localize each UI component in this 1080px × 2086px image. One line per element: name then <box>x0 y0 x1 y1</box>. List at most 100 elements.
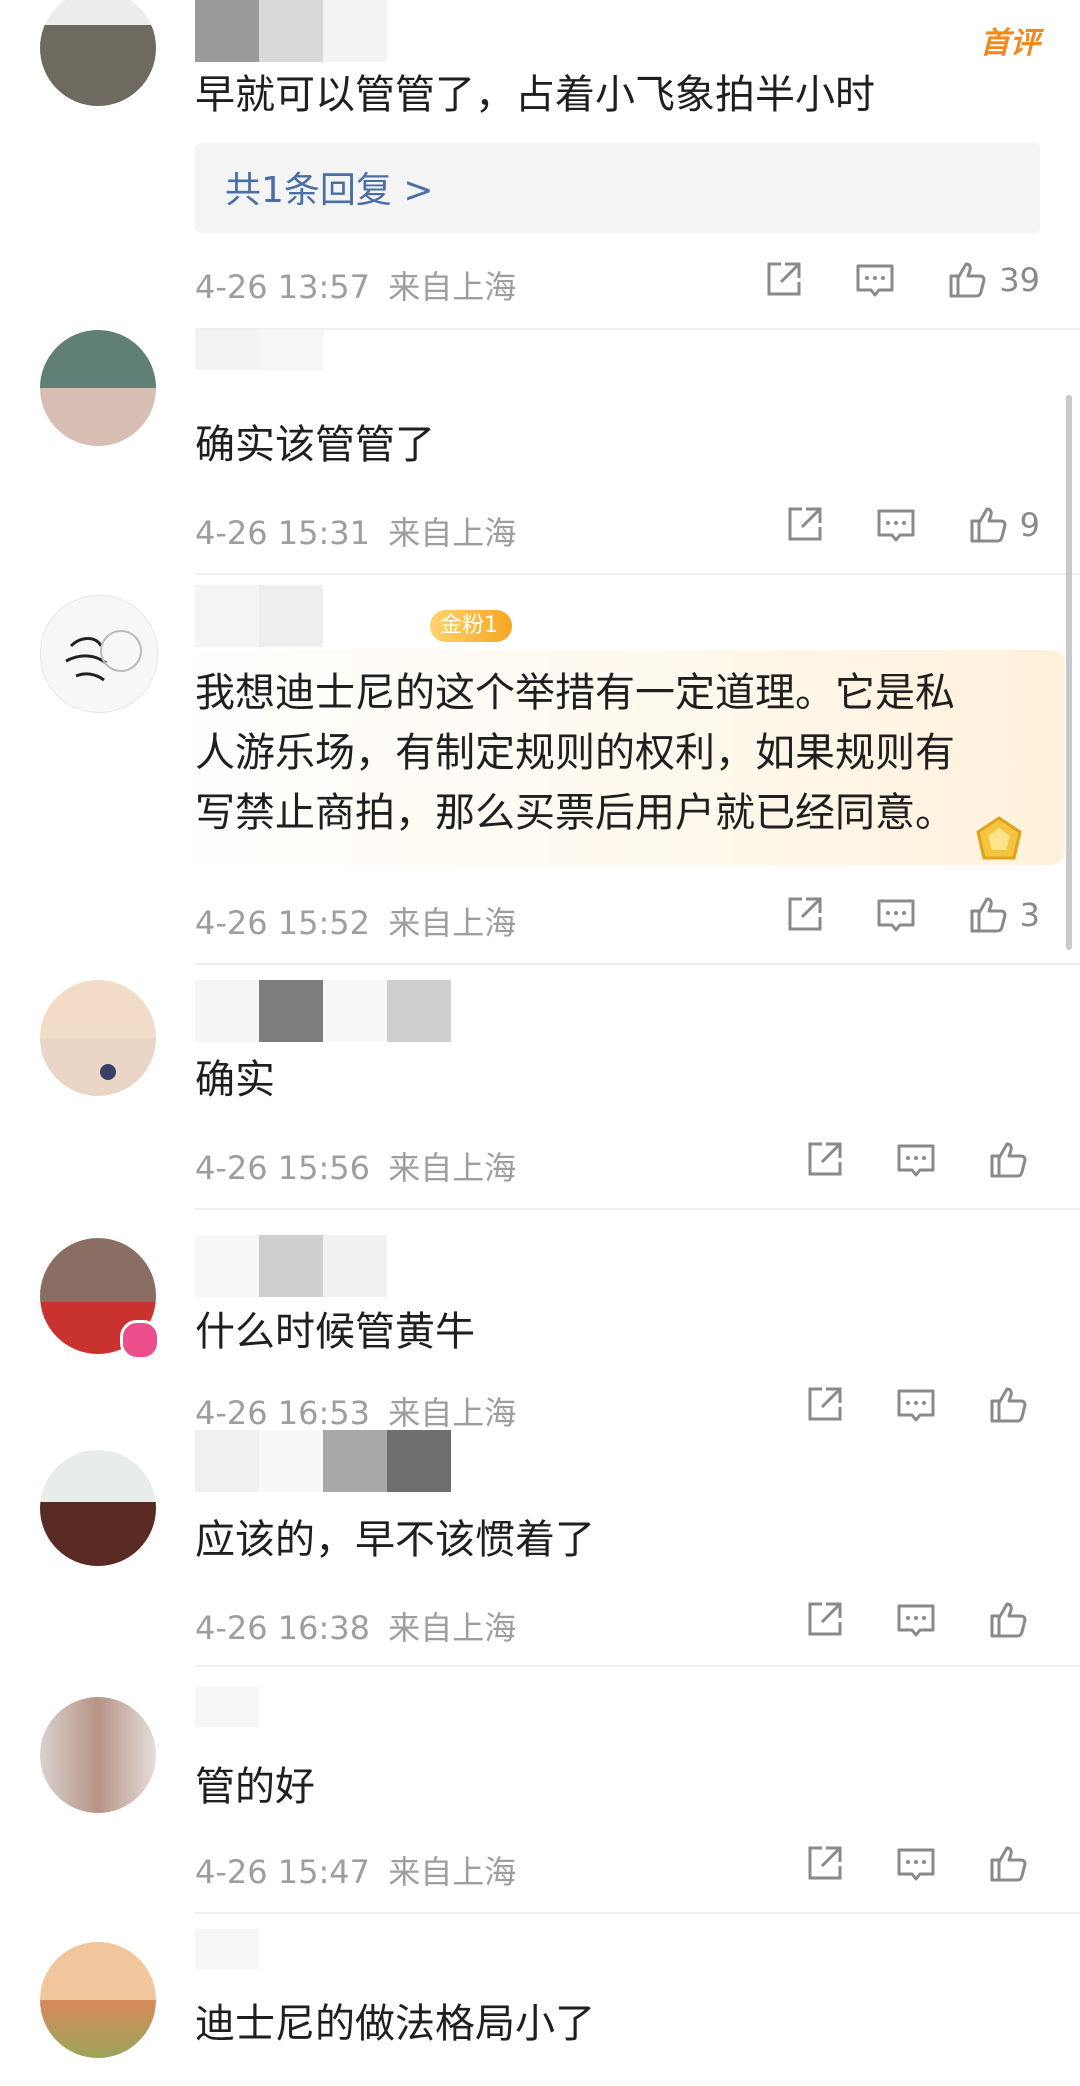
comment-meta: 4-26 15:52 来自上海 <box>195 898 516 944</box>
share-icon <box>788 897 822 931</box>
share-button[interactable] <box>802 1138 846 1182</box>
comment-actions: 9 <box>782 503 1040 547</box>
comment-time: 4-26 16:38 <box>195 1609 371 1647</box>
comment-time: 4-26 15:56 <box>195 1149 371 1187</box>
comment-text[interactable]: 应该的，早不该惯着了 <box>195 1510 595 1570</box>
username-blurred[interactable] <box>195 0 387 62</box>
thumbs-up-icon <box>990 1846 1027 1882</box>
comment-text[interactable]: 确实 <box>195 1050 275 1110</box>
like-count: 39 <box>999 261 1040 299</box>
comment-actions <box>802 1138 1040 1182</box>
comment-meta: 4-26 15:31 来自上海 <box>195 508 516 554</box>
comment-icon <box>897 1144 935 1177</box>
thumbs-up-icon <box>990 1602 1027 1638</box>
like-button[interactable] <box>986 1138 1040 1182</box>
comment-time: 4-26 15:52 <box>195 904 371 942</box>
comment-button[interactable] <box>874 893 918 937</box>
share-button[interactable] <box>782 503 826 547</box>
comment-location: 来自上海 <box>388 1853 517 1891</box>
comment-button[interactable] <box>894 1138 938 1182</box>
avatar[interactable] <box>40 1942 156 2058</box>
share-button[interactable] <box>802 1842 846 1886</box>
like-button[interactable]: 9 <box>966 503 1040 547</box>
comment-item: 管的好 4-26 15:47 来自上海 <box>0 1667 1080 1912</box>
comment-location: 来自上海 <box>388 268 517 306</box>
comment-time: 4-26 15:31 <box>195 514 371 552</box>
fan-level-label: 金粉1 <box>440 613 498 638</box>
fan-level-badge: 金粉1 <box>430 610 512 642</box>
comment-icon <box>877 509 915 542</box>
comment-button[interactable] <box>853 258 897 302</box>
share-icon <box>808 1602 842 1636</box>
username-blurred[interactable] <box>195 585 323 647</box>
username-blurred[interactable] <box>195 1430 451 1492</box>
comment-text[interactable]: 迪士尼的做法格局小了 <box>195 1994 595 2054</box>
comment-time: 4-26 13:57 <box>195 268 371 306</box>
comment-meta: 4-26 15:56 来自上海 <box>195 1143 516 1189</box>
share-button[interactable] <box>782 893 826 937</box>
comment-item: 应该的，早不该惯着了 4-26 16:38 来自上海 <box>0 1400 1080 1665</box>
thumbs-up-icon <box>970 507 1007 543</box>
avatar[interactable] <box>40 1697 156 1813</box>
comment-icon <box>897 1848 935 1881</box>
comment-actions: 39 <box>761 258 1040 302</box>
avatar-eye-icon <box>100 1064 116 1080</box>
username-blurred[interactable] <box>195 1929 259 1969</box>
like-button[interactable] <box>986 1842 1040 1886</box>
comment-text[interactable]: 早就可以管管了，占着小飞象拍半小时 <box>195 65 875 125</box>
comment-actions: 3 <box>782 893 1040 937</box>
share-icon <box>808 1142 842 1176</box>
comment-meta: 4-26 13:57 来自上海 <box>195 262 516 308</box>
like-button[interactable]: 3 <box>966 893 1040 937</box>
share-icon <box>808 1846 842 1880</box>
avatar[interactable] <box>40 980 156 1096</box>
comment-text[interactable]: 管的好 <box>195 1757 315 1817</box>
comment-actions <box>802 1842 1040 1886</box>
username-blurred[interactable] <box>195 1235 387 1297</box>
avatar[interactable] <box>40 1450 156 1566</box>
comment-button[interactable] <box>894 1598 938 1642</box>
thumbs-up-icon <box>990 1142 1027 1178</box>
username-blurred[interactable] <box>195 1687 259 1727</box>
comment-text-line: 写禁止商拍，那么买票后用户就已经同意。 <box>195 790 955 836</box>
like-count: 9 <box>1019 506 1040 544</box>
comment-item: 迪士尼的做法格局小了 <box>0 1914 1080 2086</box>
scrollbar[interactable] <box>1066 395 1072 950</box>
avatar[interactable] <box>40 595 158 713</box>
username-blurred[interactable] <box>195 330 323 370</box>
comment-location: 来自上海 <box>388 514 517 552</box>
comment-text[interactable]: 确实该管管了 <box>195 415 435 475</box>
comment-time: 4-26 15:47 <box>195 1853 371 1891</box>
comment-text[interactable]: 什么时候管黄牛 <box>195 1302 475 1362</box>
comment-location: 来自上海 <box>388 904 517 942</box>
reply-summary-button[interactable]: 共1条回复 > <box>195 143 1040 233</box>
comment-button[interactable] <box>894 1842 938 1886</box>
comment-item: 确实 4-26 15:56 来自上海 <box>0 965 1080 1210</box>
share-icon <box>767 262 801 296</box>
comment-meta: 4-26 16:38 来自上海 <box>195 1603 516 1649</box>
share-button[interactable] <box>761 258 805 302</box>
verified-badge-icon <box>120 1320 160 1360</box>
thumbs-up-icon <box>970 897 1007 933</box>
like-count: 3 <box>1019 896 1040 934</box>
comment-item: 什么时候管黄牛 4-26 16:53 来自上海 <box>0 1210 1080 1432</box>
comment-location: 来自上海 <box>388 1149 517 1187</box>
comment-button[interactable] <box>874 503 918 547</box>
comment-icon <box>877 899 915 932</box>
comment-meta: 4-26 15:47 来自上海 <box>195 1847 516 1893</box>
thumbs-up-icon <box>949 262 986 298</box>
comment-item: 确实该管管了 4-26 15:31 来自上海 9 <box>0 330 1080 575</box>
comment-text-line: 我想迪士尼的这个举措有一定道理。它是私 <box>195 670 955 716</box>
comment-location: 来自上海 <box>388 1609 517 1647</box>
comment-text[interactable]: 我想迪士尼的这个举措有一定道理。它是私 人游乐场，有制定规则的权利，如果规则有 … <box>195 663 955 843</box>
comment-icon <box>897 1604 935 1637</box>
avatar[interactable] <box>40 330 156 446</box>
reply-summary-label: 共1条回复 > <box>225 170 434 211</box>
username-blurred[interactable] <box>195 980 451 1042</box>
like-button[interactable]: 39 <box>945 258 1040 302</box>
like-button[interactable] <box>986 1598 1040 1642</box>
comment-actions <box>802 1598 1040 1642</box>
avatar[interactable] <box>40 0 156 106</box>
comment-icon <box>856 264 894 297</box>
share-button[interactable] <box>802 1598 846 1642</box>
